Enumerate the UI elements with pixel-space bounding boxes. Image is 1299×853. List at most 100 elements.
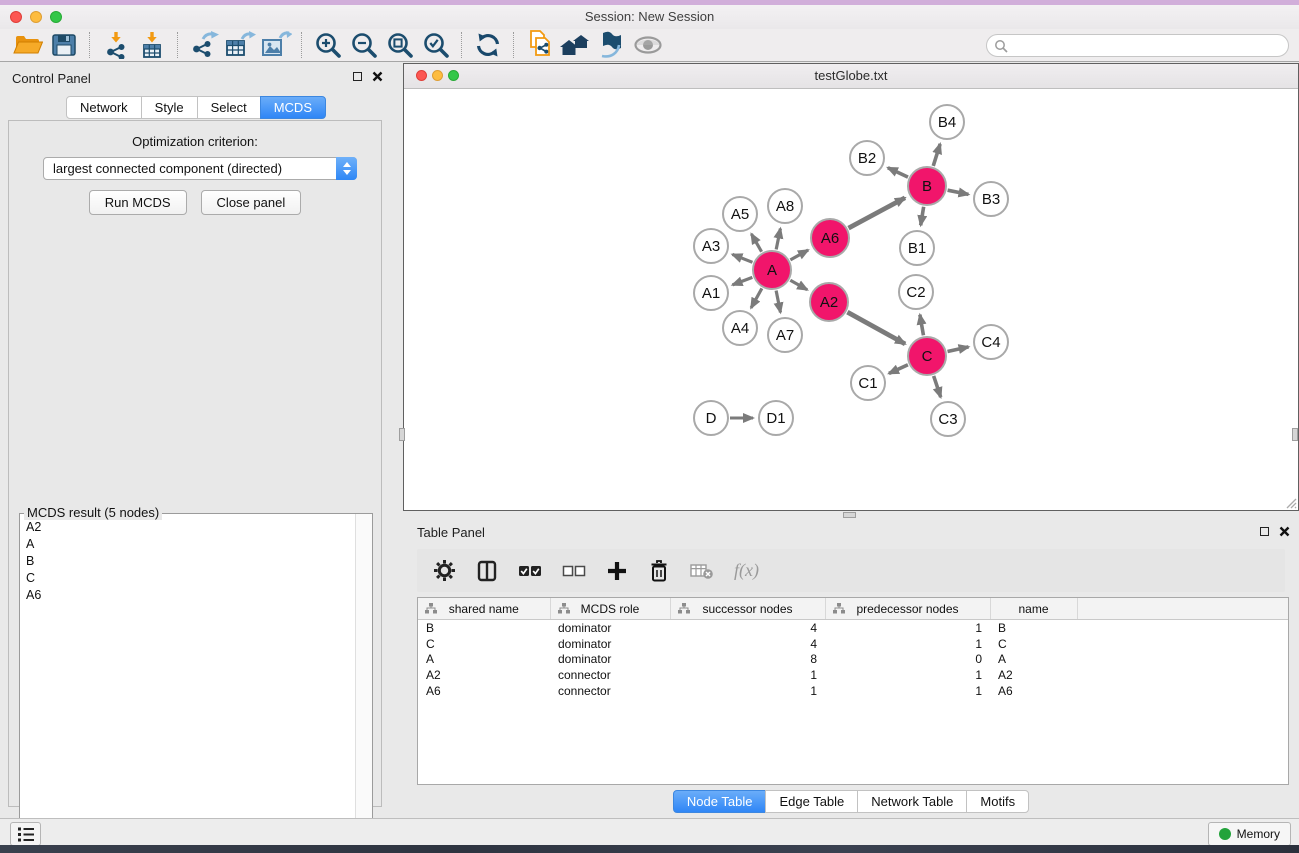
table-cell[interactable]: dominator <box>550 651 670 667</box>
horizontal-splitter-handle[interactable] <box>843 512 856 518</box>
table-cell[interactable]: 1 <box>825 636 990 652</box>
search-input[interactable] <box>1008 36 1288 55</box>
home-networks-icon[interactable] <box>558 30 594 60</box>
function-builder-icon[interactable]: f(x) <box>734 560 759 581</box>
save-session-icon[interactable] <box>46 30 82 60</box>
mcds-result-item[interactable]: A2 <box>21 518 355 535</box>
open-file-icon[interactable] <box>10 30 46 60</box>
float-table-panel-icon[interactable] <box>1260 527 1269 536</box>
mcds-list-scrollbar[interactable] <box>355 514 372 853</box>
column-header-shared-name[interactable]: shared name <box>418 598 550 620</box>
edge-A-A6[interactable] <box>790 250 808 260</box>
table-cell[interactable]: A6 <box>990 683 1077 699</box>
table-cell[interactable]: A <box>418 651 550 667</box>
deselect-all-checkboxes-icon[interactable] <box>562 560 586 582</box>
network-canvas[interactable]: AA1A2A3A4A5A6A7A8BB1B2B3B4CC1C2C3C4DD1 <box>404 89 1298 510</box>
edge-C-C1[interactable] <box>889 365 908 374</box>
export-network-icon[interactable] <box>186 30 222 60</box>
right-splitter-handle[interactable] <box>1292 428 1298 441</box>
table-cell[interactable]: dominator <box>550 636 670 652</box>
refresh-layout-icon[interactable] <box>470 30 506 60</box>
tab-mcds[interactable]: MCDS <box>260 96 326 119</box>
import-network-from-file-icon[interactable] <box>98 30 134 60</box>
edge-B-B4[interactable] <box>933 144 940 166</box>
table-cell[interactable]: A <box>990 651 1077 667</box>
zoom-in-icon[interactable] <box>310 30 346 60</box>
edge-A-A4[interactable] <box>751 288 762 307</box>
table-cell[interactable]: B <box>418 620 550 636</box>
table-row[interactable]: A6connector11A6 <box>418 683 1288 699</box>
close-panel-icon[interactable] <box>372 71 383 82</box>
memory-button[interactable]: Memory <box>1208 822 1291 846</box>
mcds-result-item[interactable]: A <box>21 535 355 552</box>
tab-edge-table[interactable]: Edge Table <box>765 790 858 813</box>
tab-node-table[interactable]: Node Table <box>673 790 767 813</box>
table-cell[interactable]: connector <box>550 667 670 683</box>
table-cell[interactable]: connector <box>550 683 670 699</box>
table-cell[interactable]: dominator <box>550 620 670 636</box>
run-mcds-button[interactable]: Run MCDS <box>89 190 187 215</box>
edge-A6-B[interactable] <box>849 198 905 228</box>
close-table-panel-icon[interactable] <box>1279 526 1290 537</box>
duplicate-network-icon[interactable] <box>522 30 558 60</box>
column-header-predecessor-nodes[interactable]: predecessor nodes <box>825 598 990 620</box>
close-traffic-light[interactable] <box>10 11 22 23</box>
export-table-icon[interactable] <box>222 30 258 60</box>
table-row[interactable]: Cdominator41C <box>418 636 1288 652</box>
table-cell[interactable]: A6 <box>418 683 550 699</box>
zoom-selected-region-icon[interactable] <box>418 30 454 60</box>
delete-selected-icon[interactable] <box>648 559 670 583</box>
minimize-traffic-light[interactable] <box>30 11 42 23</box>
table-row[interactable]: A2connector11A2 <box>418 667 1288 683</box>
table-cell[interactable]: 1 <box>825 667 990 683</box>
toolbar-search[interactable] <box>986 34 1289 57</box>
edge-A-A2[interactable] <box>790 280 807 289</box>
table-cell[interactable]: 1 <box>670 667 825 683</box>
tab-network-table[interactable]: Network Table <box>857 790 967 813</box>
edge-C-C2[interactable] <box>920 315 924 336</box>
edge-C-C4[interactable] <box>948 347 969 352</box>
network-close-traffic-light[interactable] <box>416 70 427 81</box>
import-table-from-file-icon[interactable] <box>134 30 170 60</box>
table-cell[interactable]: 0 <box>825 651 990 667</box>
network-maximize-traffic-light[interactable] <box>448 70 459 81</box>
table-cell[interactable]: 1 <box>825 620 990 636</box>
table-cell[interactable]: 1 <box>670 683 825 699</box>
zoom-fit-content-icon[interactable] <box>382 30 418 60</box>
table-cell[interactable]: C <box>990 636 1077 652</box>
table-cell[interactable]: A2 <box>418 667 550 683</box>
window-resize-grip[interactable] <box>1285 497 1297 509</box>
table-cell[interactable]: B <box>990 620 1077 636</box>
export-image-icon[interactable] <box>258 30 294 60</box>
add-column-icon[interactable] <box>606 560 628 582</box>
table-row[interactable]: Bdominator41B <box>418 620 1288 636</box>
tab-select[interactable]: Select <box>197 96 261 119</box>
close-panel-button[interactable]: Close panel <box>201 190 302 215</box>
table-cell[interactable]: 1 <box>825 683 990 699</box>
network-minimize-traffic-light[interactable] <box>432 70 443 81</box>
show-hide-eye-icon[interactable] <box>630 30 666 60</box>
column-header-MCDS-role[interactable]: MCDS role <box>550 598 670 620</box>
graphics-details-icon[interactable] <box>594 30 630 60</box>
edge-A-A8[interactable] <box>776 229 780 250</box>
edge-B-B1[interactable] <box>921 207 924 226</box>
task-history-button[interactable] <box>10 822 41 846</box>
maximize-traffic-light[interactable] <box>50 11 62 23</box>
edge-A-A1[interactable] <box>733 277 753 284</box>
select-all-checkboxes-icon[interactable] <box>518 560 542 582</box>
left-splitter-handle[interactable] <box>399 428 405 441</box>
edge-A-A3[interactable] <box>732 254 752 262</box>
settings-gear-icon[interactable] <box>433 559 456 582</box>
edge-A-A7[interactable] <box>776 291 780 313</box>
tab-style[interactable]: Style <box>141 96 198 119</box>
mcds-result-item[interactable]: B <box>21 552 355 569</box>
table-cell[interactable]: 8 <box>670 651 825 667</box>
table-row[interactable]: Adominator80A <box>418 651 1288 667</box>
column-header-successor-nodes[interactable]: successor nodes <box>670 598 825 620</box>
table-cell[interactable]: C <box>418 636 550 652</box>
criterion-select[interactable]: largest connected component (directed) <box>43 157 357 180</box>
tab-motifs[interactable]: Motifs <box>966 790 1029 813</box>
edge-B-B2[interactable] <box>888 168 908 177</box>
table-cell[interactable]: 4 <box>670 620 825 636</box>
edge-A2-C[interactable] <box>847 312 905 344</box>
